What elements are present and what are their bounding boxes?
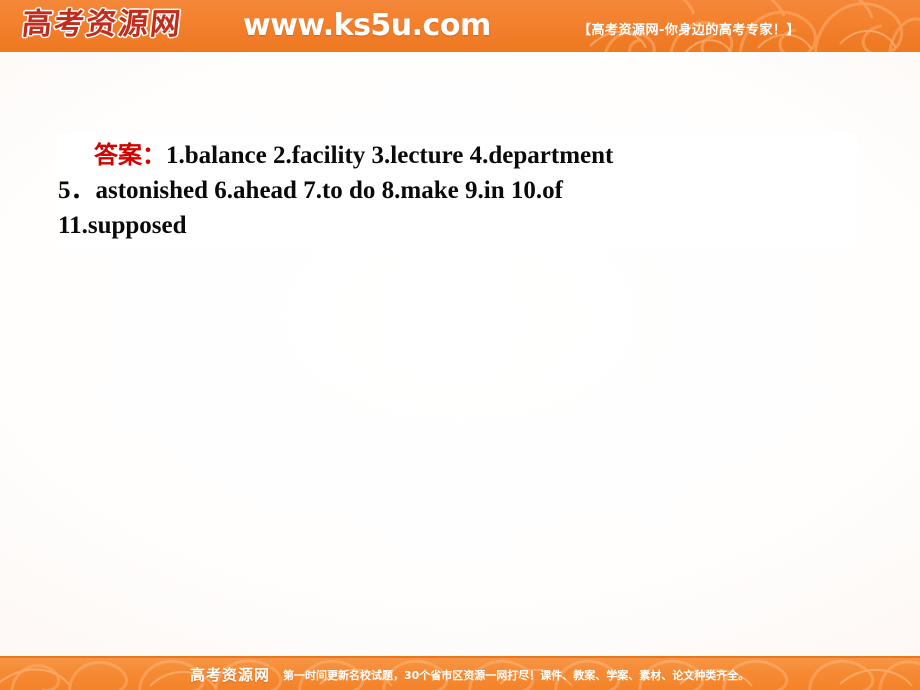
slide-canvas: 高考资源网 www.ks5u.com 【高考资源网-你身边的高考专家！】 答案：… bbox=[0, 0, 920, 690]
answer-label: 答案： bbox=[94, 141, 166, 169]
header-tagline: 【高考资源网-你身边的高考专家！】 bbox=[578, 23, 800, 38]
header-banner: 高考资源网 www.ks5u.com 【高考资源网-你身边的高考专家！】 bbox=[0, 0, 920, 52]
answer-line-3: 11.supposed bbox=[58, 212, 187, 239]
answer-paragraph: 答案：1.balance 2.facility 3.lecture 4.depa… bbox=[57, 138, 857, 243]
footer-site-logo[interactable]: 高考资源网 bbox=[190, 664, 270, 685]
answer-content-card: 答案：1.balance 2.facility 3.lecture 4.depa… bbox=[57, 134, 857, 249]
answer-line-1: 1.balance 2.facility 3.lecture 4.departm… bbox=[166, 142, 614, 169]
header-site-url[interactable]: www.ks5u.com bbox=[243, 7, 491, 45]
answer-line-2: 5．astonished 6.ahead 7.to do 8.make 9.in… bbox=[58, 177, 563, 204]
header-site-logo[interactable]: 高考资源网 bbox=[20, 4, 215, 48]
footer-tagline: 第一时间更新名校试题，30个省市区资源一网打尽！课件、教案、学案、素材、论文种类… bbox=[283, 669, 750, 682]
footer-banner: 高考资源网 第一时间更新名校试题，30个省市区资源一网打尽！课件、教案、学案、素… bbox=[0, 656, 920, 690]
